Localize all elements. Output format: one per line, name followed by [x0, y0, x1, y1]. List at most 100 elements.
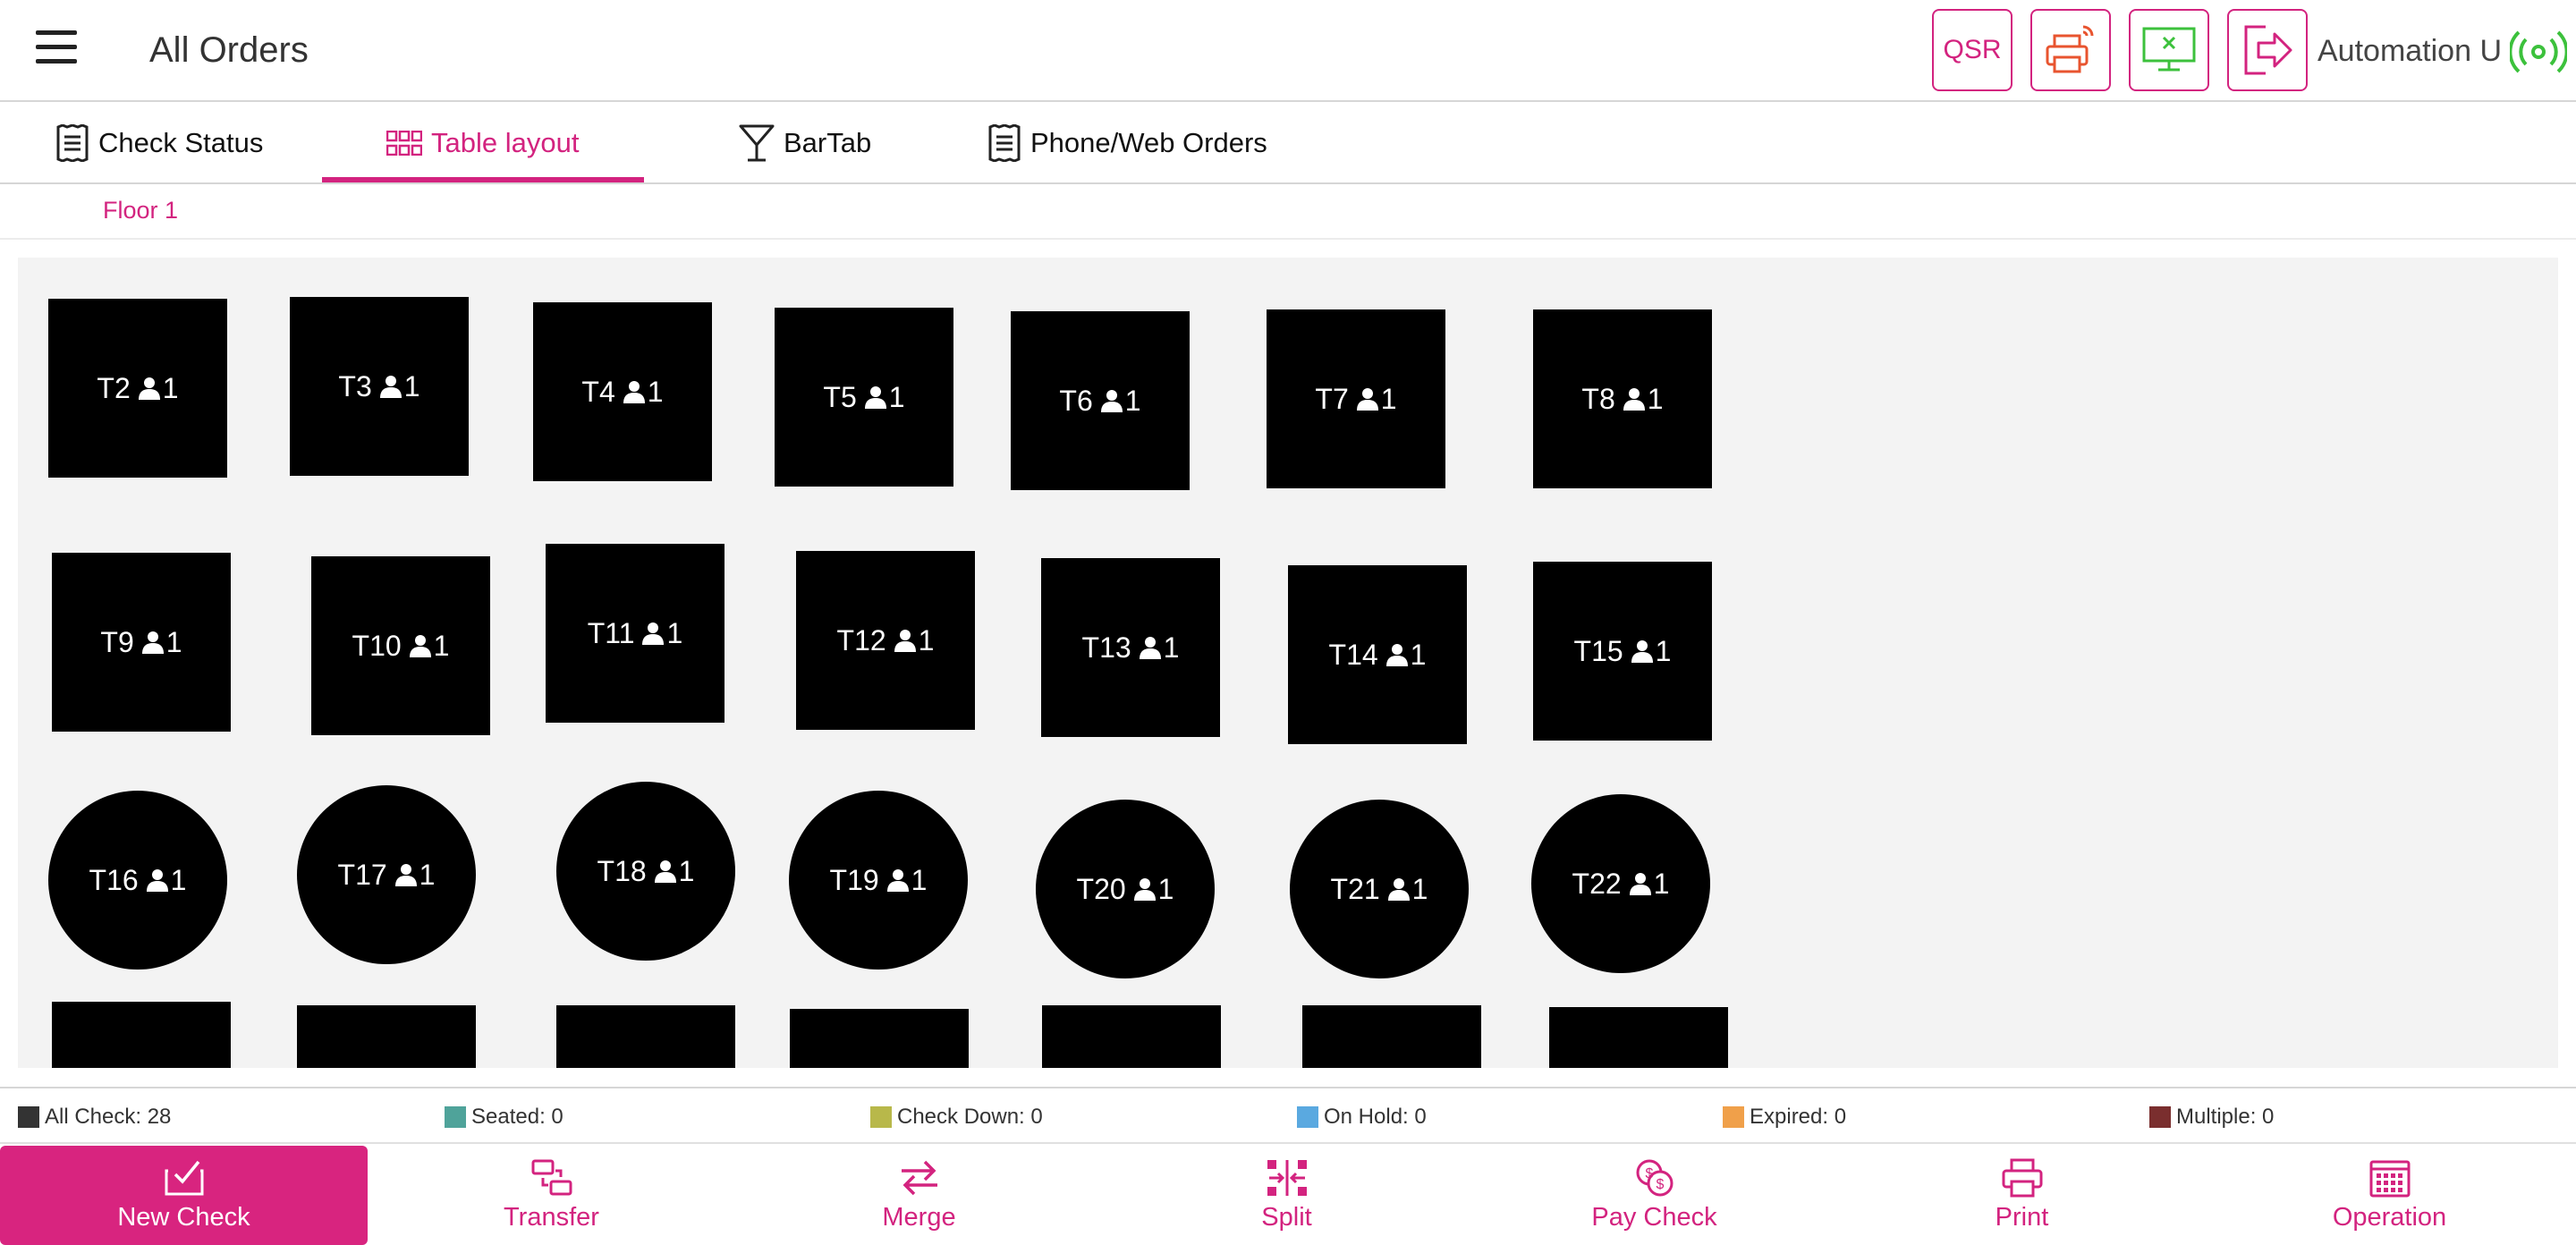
table-t10[interactable]: T10 1 [311, 556, 490, 735]
tab-phone-web-orders[interactable]: Phone/Web Orders [987, 104, 1267, 182]
legend-swatch [2149, 1106, 2171, 1128]
transfer-button[interactable]: Transfer [368, 1146, 735, 1245]
table-name: T8 [1581, 382, 1615, 415]
legend-label: On Hold: 0 [1324, 1105, 1427, 1129]
table-t19[interactable]: T19 1 [789, 791, 968, 970]
guest-count: 1 [1133, 873, 1174, 906]
pay-check-icon: $ $ [1636, 1159, 1673, 1197]
pay-check-button[interactable]: $ $ Pay Check [1470, 1146, 1838, 1245]
table-partial[interactable] [556, 1005, 735, 1068]
button-label: Print [1995, 1203, 2049, 1232]
guest-count-value: 1 [888, 380, 905, 413]
legend-all-check: All Check: 28 [18, 1105, 171, 1130]
table-t18[interactable]: T18 1 [556, 782, 735, 961]
menu-icon[interactable] [36, 30, 77, 72]
guest-count: 1 [1356, 383, 1397, 416]
print-button[interactable]: Print [1838, 1146, 2206, 1245]
table-name: T7 [1315, 382, 1349, 415]
grid-icon [386, 131, 422, 156]
status-legend: All Check: 28 Seated: 0 Check Down: 0 On… [0, 1087, 2576, 1142]
table-t21[interactable]: T21 1 [1290, 800, 1469, 978]
legend-seated: Seated: 0 [445, 1105, 564, 1130]
table-t6[interactable]: T6 1 [1011, 311, 1190, 490]
guest-count: 1 [146, 864, 186, 897]
table-partial[interactable] [1302, 1005, 1481, 1068]
guest-count: 1 [138, 372, 179, 405]
table-t20[interactable]: T20 1 [1036, 800, 1215, 978]
person-icon [1623, 388, 1645, 411]
table-t12[interactable]: T12 1 [796, 551, 975, 730]
guest-count-value: 1 [1157, 872, 1174, 905]
person-icon [894, 630, 916, 652]
button-label: Pay Check [1591, 1203, 1717, 1232]
table-t17[interactable]: T17 1 [297, 785, 476, 964]
table-t7[interactable]: T7 1 [1267, 309, 1445, 488]
printer-button[interactable] [2030, 9, 2111, 91]
table-partial[interactable] [1549, 1007, 1728, 1068]
person-icon [1387, 878, 1410, 901]
table-t13[interactable]: T13 1 [1041, 558, 1220, 737]
guest-count-value: 1 [678, 854, 695, 887]
guest-count: 1 [1100, 385, 1141, 418]
legend-check-down: Check Down: 0 [870, 1105, 1043, 1130]
guest-count: 1 [1387, 873, 1428, 906]
transfer-icon [531, 1159, 572, 1196]
table-partial[interactable] [297, 1005, 476, 1068]
legend-label: Check Down: 0 [897, 1105, 1043, 1129]
split-button[interactable]: Split [1103, 1146, 1470, 1245]
table-t2[interactable]: T2 1 [48, 299, 227, 478]
merge-button[interactable]: Merge [735, 1146, 1103, 1245]
table-t22[interactable]: T22 1 [1531, 794, 1710, 973]
display-sync-button[interactable] [2129, 9, 2209, 91]
guest-count: 1 [641, 617, 682, 650]
table-t3[interactable]: T3 1 [290, 297, 469, 476]
tab-bartab[interactable]: BarTab [739, 104, 871, 182]
person-icon [1356, 388, 1378, 411]
action-bar: New Check Transfer Merge Split $ $ Pay C… [0, 1142, 2576, 1245]
person-icon [864, 386, 886, 409]
table-name: T3 [338, 369, 372, 402]
guest-count: 1 [894, 624, 934, 657]
button-label: Operation [2332, 1203, 2447, 1232]
guest-count: 1 [1629, 868, 1669, 901]
print-icon [2002, 1158, 2042, 1198]
legend-multiple: Multiple: 0 [2149, 1105, 2274, 1130]
guest-count: 1 [394, 859, 435, 892]
table-partial[interactable] [52, 1002, 231, 1068]
logout-button[interactable] [2227, 9, 2308, 91]
table-t11[interactable]: T11 1 [546, 544, 724, 723]
button-label: Transfer [504, 1203, 599, 1232]
table-name: T11 [587, 616, 635, 649]
guest-count: 1 [409, 630, 449, 663]
operation-button[interactable]: Operation [2206, 1146, 2573, 1245]
guest-count: 1 [1623, 383, 1664, 416]
legend-swatch [18, 1106, 39, 1128]
tab-label: Check Status [98, 127, 264, 158]
table-partial[interactable] [1042, 1005, 1221, 1068]
guest-count: 1 [886, 864, 927, 897]
table-t16[interactable]: T16 1 [48, 791, 227, 970]
qsr-button[interactable]: QSR [1932, 9, 2012, 91]
table-name: T9 [100, 625, 134, 658]
guest-count: 1 [1385, 639, 1426, 672]
active-tab-indicator [322, 177, 644, 182]
table-t15[interactable]: T15 1 [1533, 562, 1712, 741]
floor-tab[interactable]: Floor 1 [103, 197, 178, 224]
person-icon [886, 869, 909, 892]
table-t8[interactable]: T8 1 [1533, 309, 1712, 488]
table-t14[interactable]: T14 1 [1288, 565, 1467, 744]
tab-check-status[interactable]: Check Status [55, 104, 263, 182]
table-t9[interactable]: T9 1 [52, 553, 231, 732]
table-t5[interactable]: T5 1 [775, 308, 953, 487]
new-check-button[interactable]: New Check [0, 1146, 368, 1245]
guest-count-value: 1 [666, 616, 683, 649]
tab-table-layout[interactable]: Table layout [386, 104, 579, 182]
table-partial[interactable] [790, 1009, 969, 1068]
receipt-icon [56, 124, 89, 162]
guest-count: 1 [1631, 635, 1671, 668]
table-t4[interactable]: T4 1 [533, 302, 712, 481]
svg-text:$: $ [1656, 1177, 1664, 1192]
person-icon [1629, 873, 1651, 895]
guest-count-value: 1 [1411, 872, 1428, 905]
guest-count-value: 1 [1124, 384, 1141, 417]
